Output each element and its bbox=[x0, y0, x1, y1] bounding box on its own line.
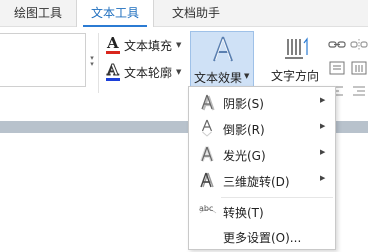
chevron-right-icon: ▶ bbox=[320, 174, 326, 182]
menu-item-reflection[interactable]: 倒影(R) ▶ bbox=[189, 115, 335, 141]
ribbon-divider bbox=[98, 33, 99, 93]
text-outline-button[interactable]: A 文本轮廓 ▼ bbox=[106, 61, 181, 83]
menu-item-3d-rotation[interactable]: 三维旋转(D) ▶ bbox=[189, 167, 335, 193]
text-outline-icon: A bbox=[106, 61, 120, 81]
reflection-icon bbox=[199, 119, 215, 137]
chevron-right-icon: ▶ bbox=[320, 148, 326, 156]
link-icon[interactable] bbox=[328, 37, 346, 53]
3d-rotation-icon bbox=[199, 171, 215, 189]
glow-icon bbox=[199, 145, 215, 163]
transform-icon-text: abc bbox=[199, 204, 214, 213]
gallery-more-icon-2: ▾ bbox=[90, 60, 94, 68]
menu-item-shadow[interactable]: 阴影(S) ▶ bbox=[189, 89, 335, 115]
shadow-icon bbox=[199, 93, 215, 111]
tab-drawing-tools[interactable]: 绘图工具 bbox=[0, 0, 76, 27]
chevron-down-icon: ▼ bbox=[176, 68, 182, 76]
text-box-icon[interactable] bbox=[328, 60, 346, 76]
style-gallery[interactable] bbox=[0, 33, 86, 87]
tab-document-assistant[interactable]: 文档助手 bbox=[158, 0, 234, 27]
unlink-icon[interactable] bbox=[350, 37, 368, 53]
gallery-scroll[interactable]: ▾ ▾ bbox=[88, 35, 96, 89]
transform-icon: abc bbox=[199, 202, 217, 220]
tab-bar: 绘图工具 文本工具 文档助手 bbox=[0, 0, 368, 28]
text-box-vertical-icon[interactable] bbox=[350, 60, 368, 76]
text-direction-button[interactable]: 文字方向 bbox=[268, 33, 326, 89]
chevron-down-icon: ▼ bbox=[244, 72, 250, 80]
text-direction-label: 文字方向 bbox=[271, 69, 320, 83]
tab-text-tools[interactable]: 文本工具 bbox=[76, 0, 154, 28]
text-fill-button[interactable]: A 文本填充 ▼ bbox=[106, 34, 181, 56]
text-fill-icon: A bbox=[106, 34, 120, 54]
text-fill-label: 文本填充 bbox=[124, 38, 173, 53]
chevron-down-icon: ▼ bbox=[176, 41, 182, 49]
text-effect-label: 文本效果 bbox=[194, 71, 243, 85]
align-right-icon[interactable] bbox=[350, 83, 368, 99]
menu-item-glow[interactable]: 发光(G) ▶ bbox=[189, 141, 335, 167]
menu-item-transform[interactable]: abc 转换(T) bbox=[189, 198, 335, 224]
chevron-right-icon: ▶ bbox=[320, 96, 326, 104]
text-outline-label: 文本轮廓 bbox=[124, 65, 173, 80]
text-effect-button[interactable]: 文本效果 ▼ bbox=[190, 31, 254, 89]
chevron-right-icon: ▶ bbox=[320, 122, 326, 130]
text-direction-icon bbox=[285, 37, 308, 59]
text-effect-icon bbox=[213, 36, 233, 62]
menu-item-more-settings[interactable]: 更多设置(O)... bbox=[189, 223, 335, 249]
text-effect-menu: 阴影(S) ▶ 倒影(R) ▶ 发光(G) ▶ 三维旋转(D) ▶ abc 转换… bbox=[188, 86, 336, 250]
